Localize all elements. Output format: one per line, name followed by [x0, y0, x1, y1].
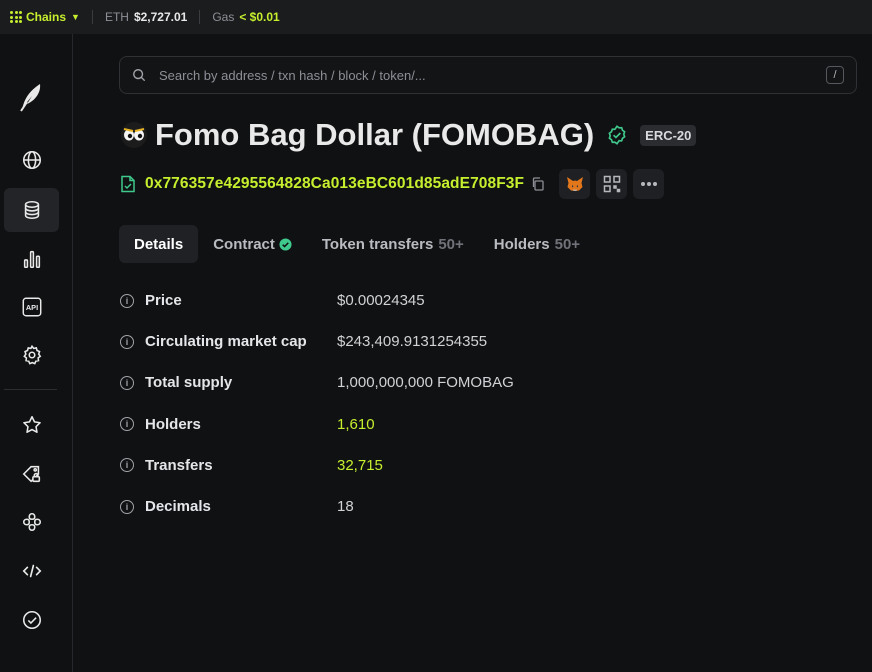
bar-chart-icon	[23, 250, 40, 269]
star-icon	[22, 415, 41, 434]
coins-icon	[24, 200, 39, 220]
qr-code-icon	[603, 175, 620, 193]
transfers-count-link[interactable]: 32,715	[337, 457, 383, 474]
chevron-down-icon: ▼	[71, 12, 80, 22]
copy-icon[interactable]	[531, 177, 545, 191]
sidebar-item-watchlist[interactable]	[4, 403, 59, 447]
top-bar: Chains ▼ ETH $2,727.01 Gas < $0.01	[0, 0, 872, 34]
more-dots-icon	[640, 182, 657, 186]
globe-icon	[22, 150, 41, 170]
info-icon[interactable]: i	[120, 334, 134, 349]
apps-icon	[22, 512, 41, 532]
verified-check-icon	[279, 237, 292, 251]
contract-address-link[interactable]: 0x776357e4295564828Ca013eBC601d85adE708F…	[145, 175, 524, 193]
info-icon[interactable]: i	[120, 293, 134, 308]
verified-badge-icon	[608, 125, 626, 145]
sidebar-item-charts[interactable]	[4, 237, 59, 281]
tab-count: 50+	[554, 235, 581, 253]
tab-label: Token transfers	[321, 235, 434, 253]
sidebar: API	[0, 34, 73, 672]
detail-label: Price	[145, 292, 182, 310]
detail-value: 1,000,000,000 FOMOBAG	[337, 374, 514, 392]
tab-label: Contract	[213, 235, 275, 253]
add-to-metamask-button[interactable]	[559, 169, 591, 199]
detail-row-holders: i Holders 1,610	[120, 404, 720, 445]
tab-details[interactable]: Details	[119, 225, 199, 263]
tab-contract[interactable]: Contract	[198, 225, 307, 263]
token-logo-icon	[121, 122, 147, 148]
divider	[91, 10, 93, 24]
info-icon[interactable]: i	[120, 375, 134, 390]
chains-label: Chains	[26, 10, 67, 24]
sidebar-item-verify[interactable]	[4, 598, 59, 642]
token-standard-badge: ERC-20	[640, 124, 697, 146]
gas-value[interactable]: < $0.01	[239, 10, 279, 24]
token-header: Fomo Bag Dollar (FOMOBAG) ERC-20	[120, 114, 697, 156]
detail-row-market-cap: i Circulating market cap $243,409.913125…	[120, 321, 720, 362]
api-icon-label: API	[25, 303, 37, 312]
tab-label: Details	[134, 235, 184, 253]
eth-price: $2,727.01	[133, 10, 188, 24]
sidebar-divider	[4, 389, 57, 390]
sidebar-item-blockchain[interactable]	[4, 138, 59, 182]
tab-bar: Details Contract Token transfers 50+ Hol…	[119, 225, 595, 263]
page-title: Fomo Bag Dollar (FOMOBAG)	[155, 117, 595, 152]
qr-code-button[interactable]	[596, 169, 628, 199]
check-circle-icon	[22, 610, 41, 630]
tab-count: 50+	[438, 235, 464, 253]
sidebar-item-apps[interactable]	[4, 500, 59, 544]
address-row: 0x776357e4295564828Ca013eBC601d85adE708F…	[120, 169, 665, 199]
sidebar-item-settings[interactable]	[4, 333, 59, 377]
info-icon[interactable]: i	[120, 499, 134, 514]
detail-label: Transfers	[145, 456, 213, 474]
metamask-fox-icon	[566, 177, 583, 191]
search-shortcut-key: /	[826, 66, 844, 84]
apps-grid-icon	[10, 11, 22, 23]
tag-lock-icon	[22, 465, 40, 483]
sidebar-item-developer[interactable]	[4, 549, 59, 593]
chains-menu[interactable]: Chains ▼	[10, 10, 80, 24]
tab-label: Holders	[493, 235, 550, 253]
detail-row-price: i Price $0.00024345	[120, 280, 720, 321]
detail-label: Circulating market cap	[145, 333, 307, 351]
sidebar-item-api[interactable]: API	[4, 285, 59, 329]
search-input[interactable]	[159, 67, 826, 83]
sidebar-item-private-tags[interactable]	[4, 452, 59, 496]
feather-logo-icon[interactable]	[18, 82, 44, 112]
eth-label: ETH	[104, 10, 129, 24]
info-icon[interactable]: i	[120, 417, 134, 432]
detail-row-decimals: i Decimals 18	[120, 486, 720, 527]
gear-icon	[22, 344, 41, 365]
detail-label: Total supply	[145, 374, 233, 392]
divider	[199, 10, 201, 24]
info-icon[interactable]: i	[120, 458, 134, 473]
detail-label: Decimals	[145, 498, 211, 516]
tab-token-transfers[interactable]: Token transfers 50+	[307, 225, 479, 263]
more-options-button[interactable]	[633, 169, 665, 199]
detail-row-transfers: i Transfers 32,715	[120, 445, 720, 486]
contract-file-icon	[121, 175, 135, 193]
detail-row-total-supply: i Total supply 1,000,000,000 FOMOBAG	[120, 362, 720, 403]
detail-label: Holders	[145, 415, 201, 433]
detail-value: $0.00024345	[337, 292, 425, 310]
sidebar-item-tokens[interactable]	[4, 188, 59, 232]
search-icon	[133, 69, 146, 82]
tab-holders[interactable]: Holders 50+	[479, 225, 595, 263]
detail-value: 18	[337, 498, 354, 516]
code-icon	[22, 564, 41, 578]
detail-value: $243,409.9131254355	[337, 333, 488, 351]
api-icon: API	[22, 297, 41, 317]
holders-count-link[interactable]: 1,610	[337, 416, 375, 433]
search-bar[interactable]: /	[119, 56, 857, 94]
token-details: i Price $0.00024345 i Circulating market…	[120, 280, 720, 527]
gas-label: Gas	[212, 10, 235, 24]
